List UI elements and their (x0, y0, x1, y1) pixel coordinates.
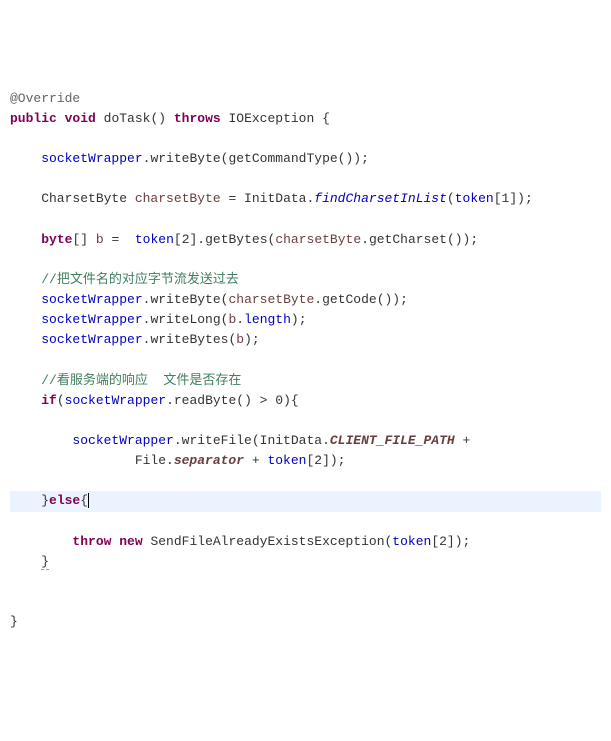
code-block: @Override public void doTask() throws IO… (10, 89, 601, 633)
